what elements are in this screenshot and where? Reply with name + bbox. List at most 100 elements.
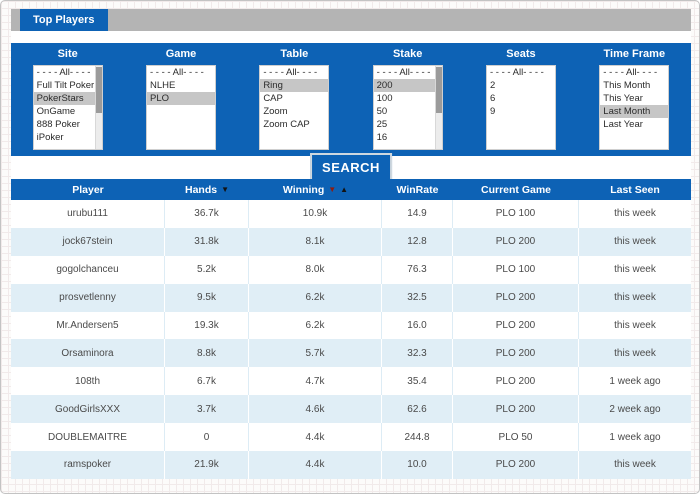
listbox-option[interactable]: 50 [374, 105, 442, 118]
cell-winning: 4.4k [249, 423, 382, 452]
cell-winrate: 32.3 [382, 339, 453, 368]
sort-desc-icon[interactable]: ▼ [221, 185, 229, 194]
cell-last-seen: this week [614, 292, 656, 304]
listbox-option[interactable]: - - - - All- - - - [34, 66, 102, 79]
filter-label: Table [280, 48, 309, 60]
cell-winrate: 14.9 [382, 200, 453, 228]
listbox-option[interactable]: 16 [374, 131, 442, 144]
column-header-last-seen[interactable]: Last Seen [579, 179, 691, 200]
column-header-label: Current Game [480, 183, 552, 196]
cell-winrate: 12.8 [382, 227, 453, 256]
cell-current-game: PLO 100 [453, 200, 579, 228]
seats-listbox[interactable]: - - - - All- - - -269 [485, 65, 556, 150]
listbox-option[interactable]: - - - - All- - - - [600, 66, 668, 79]
filter-group-seats: Seats - - - - All- - - -269 [464, 43, 577, 156]
cell-hands: 3.7k [165, 395, 249, 424]
table-row: DOUBLEMAITRE 0 4.4k 244.8 PLO 50 1 week ago [11, 423, 691, 452]
table-row: urubu111 36.7k 10.9k 14.9 PLO 100 this week [11, 200, 691, 228]
filter-label: Time Frame [603, 48, 666, 60]
tab-top-players[interactable]: Top Players [20, 9, 108, 31]
listbox-option[interactable]: This Month [600, 79, 668, 92]
cell-hands: 9.5k [165, 283, 249, 312]
listbox-option[interactable]: 9 [487, 105, 555, 118]
top-players-page: Top Players Site - - - - All- - - - Full T… [0, 0, 700, 494]
listbox-option[interactable]: OnGame [34, 105, 102, 118]
listbox-option[interactable]: Full Tilt Poker [34, 79, 102, 92]
column-header-winrate[interactable]: WinRate [382, 179, 453, 200]
scrollbar-thumb[interactable] [95, 67, 102, 114]
listbox-scrollbar[interactable] [94, 66, 102, 149]
listbox-option[interactable]: 6 [487, 92, 555, 105]
listbox-option[interactable]: 25 [374, 118, 442, 131]
table-listbox[interactable]: - - - - All- - - - Ring CAP Zoom Zoom CAP [259, 65, 330, 150]
table-row: GoodGirlsXXX 3.7k 4.6k 62.6 PLO 200 2 week ag… [11, 395, 691, 424]
listbox-option[interactable]: 100 [374, 92, 442, 105]
cell-last-seen: this week [614, 459, 656, 471]
listbox-option[interactable]: - - - - All- - - - [487, 66, 555, 79]
listbox-option[interactable]: Zoom [260, 105, 328, 118]
cell-winning: 4.7k [249, 367, 382, 396]
cell-current-game: PLO 200 [453, 395, 579, 424]
listbox-option[interactable]: CAP [260, 92, 328, 105]
listbox-option[interactable]: Last Year [600, 118, 668, 131]
listbox-scrollbar[interactable] [434, 66, 442, 149]
site-listbox[interactable]: - - - - All- - - - Full Tilt Poker PokerSt… [32, 65, 103, 150]
stake-listbox[interactable]: - - - - All- - - -200 100 50 25 16 [372, 65, 443, 150]
listbox-option[interactable]: NLHE [147, 79, 215, 92]
table-row: ramspoker 21.9k 4.4k 10.0 PLO 200 this week [11, 451, 691, 479]
scrollbar-thumb[interactable] [435, 67, 442, 114]
listbox-option[interactable]: PokerStars [33, 92, 102, 105]
filter-label: Stake [392, 48, 423, 60]
table-row: Orsaminora 8.8k 5.7k 32.3 PLO 200 this week [11, 339, 691, 368]
listbox-option[interactable]: This Year [600, 92, 668, 105]
results-table-header: Player Hands ▼ Winning ▼ ▲ WinRate Current Game… [11, 179, 691, 200]
listbox-option[interactable]: iPoker [34, 131, 102, 144]
listbox-option[interactable]: - - - - All- - - - [147, 66, 215, 79]
listbox-option[interactable]: PLO [146, 92, 215, 105]
cell-winning: 10.9k [249, 200, 382, 228]
column-header-label: Player [72, 183, 104, 196]
column-header-winning[interactable]: Winning ▼ ▲ [249, 179, 382, 200]
listbox-option[interactable]: - - - - All- - - - [374, 66, 442, 79]
listbox-option[interactable]: 200 [373, 79, 442, 92]
cell-hands: 36.7k [165, 200, 249, 228]
listbox-option[interactable]: 888 Poker [34, 118, 102, 131]
filter-group-site: Site - - - - All- - - - Full Tilt Poker Pok… [11, 43, 124, 156]
column-header-label: Last Seen [610, 183, 660, 196]
table-row: jock67stein 31.8k 8.1k 12.8 PLO 200 this week [11, 227, 691, 256]
listbox-option[interactable]: Zoom CAP [260, 118, 328, 131]
spacer [11, 31, 691, 43]
cell-player: prosvetlenny [11, 283, 165, 312]
cell-last-seen: this week [614, 320, 656, 331]
time-frame-listbox[interactable]: - - - - All- - - - This Month This Year Las… [599, 65, 670, 150]
cell-player: gogolchanceu [11, 255, 165, 284]
cell-last-seen: 1 week ago [609, 431, 661, 443]
column-header-hands[interactable]: Hands ▼ [165, 179, 249, 200]
cell-current-game: PLO 50 [453, 423, 579, 452]
cell-winning: 4.6k [249, 395, 382, 424]
column-header-player[interactable]: Player [11, 179, 165, 200]
table-row: gogolchanceu 5.2k 8.0k 76.3 PLO 100 this week [11, 255, 691, 284]
cell-winrate: 244.8 [382, 423, 453, 452]
search-button[interactable]: SEARCH [310, 153, 392, 179]
cell-player: 108th [11, 367, 165, 396]
cell-winrate: 16.0 [382, 311, 453, 340]
game-listbox[interactable]: - - - - All- - - - NLHE PLO [145, 65, 216, 150]
listbox-option[interactable]: 2 [487, 79, 555, 92]
listbox-option[interactable]: Ring [260, 79, 329, 92]
cell-current-game: PLO 200 [453, 311, 579, 340]
table-row: prosvetlenny 9.5k 6.2k 32.5 PLO 200 this week [11, 283, 691, 312]
column-header-current-game[interactable]: Current Game [453, 179, 579, 200]
listbox-option[interactable]: - - - - All- - - - [260, 66, 328, 79]
cell-winrate: 76.3 [382, 255, 453, 284]
cell-hands: 19.3k [165, 311, 249, 340]
cell-hands: 0 [165, 423, 249, 452]
listbox-option[interactable]: Last Month [600, 105, 669, 118]
table-row: 108th 6.7k 4.7k 35.4 PLO 200 1 week ago [11, 367, 691, 396]
filter-group-time-frame: Time Frame - - - - All- - - - This Month Th… [578, 43, 691, 156]
sort-desc-icon[interactable]: ▼ [328, 185, 336, 194]
cell-last-seen: this week [614, 264, 656, 276]
filter-label: Game [165, 48, 197, 60]
cell-hands: 21.9k [165, 451, 249, 479]
sort-asc-icon[interactable]: ▲ [340, 185, 348, 194]
